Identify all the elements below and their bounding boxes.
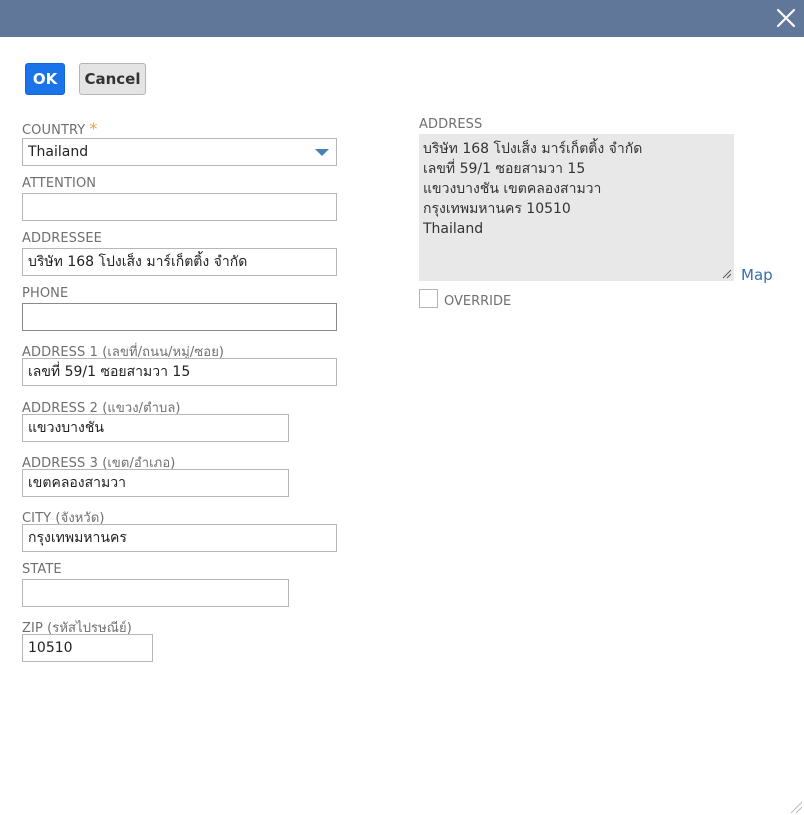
address-label: ADDRESS [419,117,483,132]
attention-field[interactable] [22,193,337,221]
addressee-field[interactable]: บริษัท 168 โปงเส็ง มาร์เก็ตติ้ง จำกัด [22,248,337,276]
address-line: เลขที่ 59/1 ซอยสามวา 15 [423,161,586,177]
address-textarea[interactable]: บริษัท 168 โปงเส็ง มาร์เก็ตติ้ง จำกัด เล… [419,134,734,281]
country-label: COUNTRY * [22,119,97,138]
country-select[interactable]: Thailand [22,138,337,166]
attention-label: ATTENTION [22,176,97,191]
map-link[interactable]: Map [741,266,773,284]
override-checkbox[interactable] [419,289,438,308]
country-label-text: COUNTRY [22,123,86,138]
address2-field[interactable]: แขวงบางชัน [22,414,289,442]
phone-field[interactable] [22,303,337,331]
override-label: OVERRIDE [444,294,512,309]
chevron-down-icon[interactable] [315,149,329,156]
resize-handle-icon[interactable] [722,269,732,279]
address3-field[interactable]: เขตคลองสามวา [22,469,289,497]
addressee-label: ADDRESSEE [22,231,102,246]
country-select-value: Thailand [28,144,89,160]
state-field[interactable] [22,579,289,607]
phone-label: PHONE [22,286,69,301]
ok-button[interactable]: OK [25,63,65,95]
cancel-button[interactable]: Cancel [79,63,146,95]
address1-field[interactable]: เลขที่ 59/1 ซอยสามวา 15 [22,358,337,386]
dialog-titlebar [0,0,804,37]
zip-field[interactable]: 10510 [22,634,153,662]
window-resize-grip-icon[interactable] [789,800,803,814]
address-line: กรุงเทพมหานคร 10510 [423,201,571,217]
close-icon[interactable] [774,6,798,30]
address-line: แขวงบางชัน เขตคลองสามวา [423,181,602,197]
required-marker: * [89,119,98,138]
address-line: Thailand [423,221,484,237]
city-field[interactable]: กรุงเทพมหานคร [22,524,337,552]
state-label: STATE [22,562,62,577]
address-line: บริษัท 168 โปงเส็ง มาร์เก็ตติ้ง จำกัด [423,141,643,157]
